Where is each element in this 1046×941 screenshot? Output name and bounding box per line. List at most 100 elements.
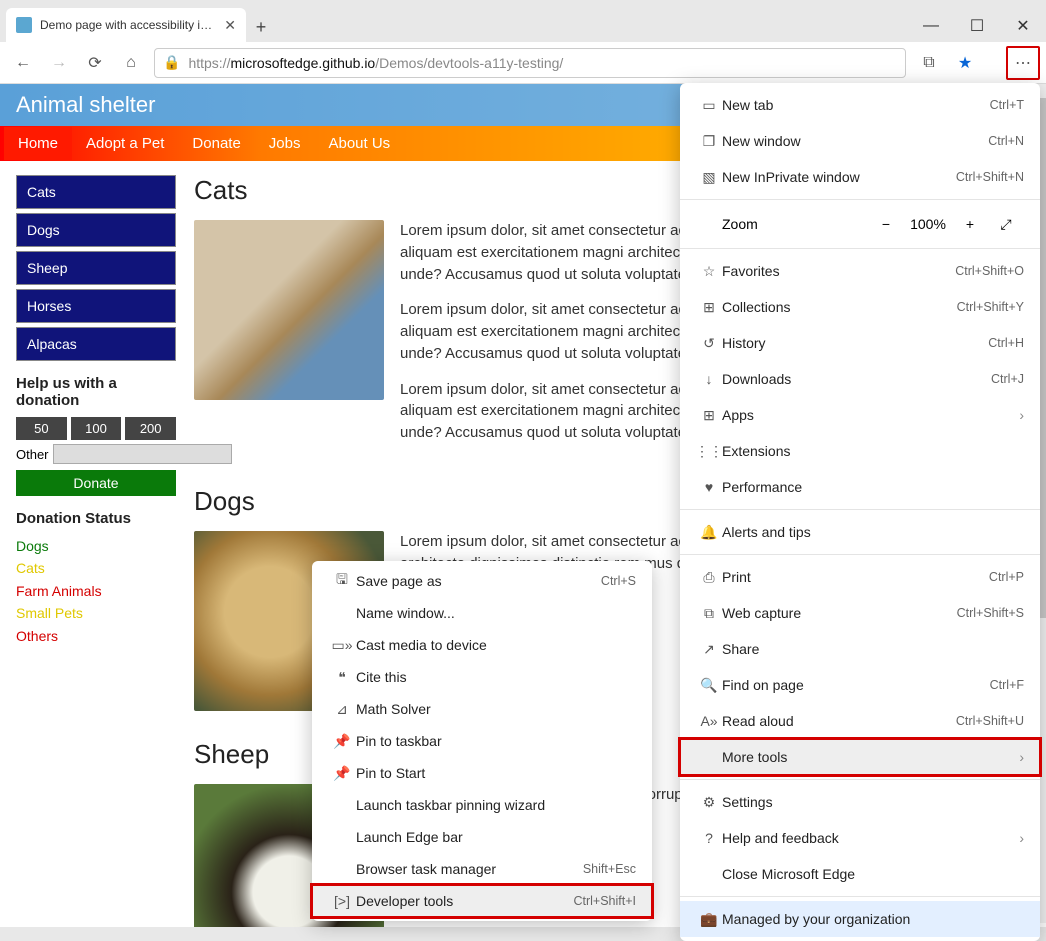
browser-tab[interactable]: Demo page with accessibility issu ✕	[6, 8, 246, 42]
submenu-developer-tools[interactable]: [>]Developer toolsCtrl+Shift+I	[312, 885, 652, 917]
nav-donate[interactable]: Donate	[178, 127, 254, 160]
settings-more-button[interactable]: ⋯	[1006, 46, 1040, 80]
sidenav-alpacas[interactable]: Alpacas	[16, 327, 176, 361]
favicon	[16, 17, 32, 33]
star-icon: ☆	[696, 263, 722, 280]
gear-icon: ⚙	[696, 794, 722, 811]
menu-help-and-feedback[interactable]: ?Help and feedback›	[680, 820, 1040, 856]
submenu-math-solver[interactable]: ⊿Math Solver	[312, 693, 652, 725]
nav-jobs[interactable]: Jobs	[255, 127, 315, 160]
forward-button[interactable]: →	[42, 46, 76, 80]
menu-read-aloud[interactable]: A»Read aloudCtrl+Shift+U	[680, 703, 1040, 739]
menu-collections[interactable]: ⊞CollectionsCtrl+Shift+Y	[680, 289, 1040, 325]
menu-extensions[interactable]: ⋮⋮Extensions	[680, 433, 1040, 469]
sidenav-dogs[interactable]: Dogs	[16, 213, 176, 247]
submenu-pin-to-start[interactable]: 📌Pin to Start	[312, 757, 652, 789]
url-prefix: https://	[188, 55, 230, 71]
menu-settings[interactable]: ⚙Settings	[680, 784, 1040, 820]
fullscreen-button[interactable]: ⤢	[988, 216, 1024, 233]
home-button[interactable]: ⌂	[114, 46, 148, 80]
menu-find-on-page[interactable]: 🔍Find on pageCtrl+F	[680, 667, 1040, 703]
status-farm-animals: Farm Animals	[16, 580, 176, 602]
menu-print[interactable]: ⎙PrintCtrl+P	[680, 559, 1040, 595]
menu-alerts-and-tips[interactable]: 🔔Alerts and tips	[680, 514, 1040, 550]
share-icon: ↗	[696, 641, 722, 658]
refresh-button[interactable]: ⟳	[78, 46, 112, 80]
bell-icon: 🔔	[696, 524, 722, 541]
perf-icon: ♥	[696, 479, 722, 495]
back-button[interactable]: ←	[6, 46, 40, 80]
menu-apps[interactable]: ⊞Apps›	[680, 397, 1040, 433]
zoom-out-button[interactable]: −	[868, 216, 904, 232]
nav-home[interactable]: Home	[4, 127, 72, 160]
nav-adopt-a-pet[interactable]: Adopt a Pet	[72, 127, 178, 160]
url-path: /Demos/devtools-a11y-testing/	[375, 55, 563, 71]
ext-icon: ⋮⋮	[696, 443, 722, 460]
zoom-value: 100%	[904, 216, 952, 232]
minimize-button[interactable]: —	[908, 10, 954, 42]
window-controls: — ☐ ✕	[908, 10, 1046, 42]
menu-close-microsoft-edge[interactable]: Close Microsoft Edge	[680, 856, 1040, 892]
settings-menu: ▭New tabCtrl+T❐New windowCtrl+N▧New InPr…	[680, 83, 1040, 941]
menu-favorites[interactable]: ☆FavoritesCtrl+Shift+O	[680, 253, 1040, 289]
submenu-save-page-as[interactable]: 🖫Save page asCtrl+S	[312, 565, 652, 597]
pin-icon: 📌	[328, 733, 356, 750]
address-bar[interactable]: 🔒 https://microsoftedge.github.io/Demos/…	[154, 48, 906, 78]
capture-icon: ⧉	[696, 605, 722, 622]
translate-icon[interactable]: ⧉	[912, 46, 946, 80]
find-icon: 🔍	[696, 677, 722, 694]
menu-new-window[interactable]: ❐New windowCtrl+N	[680, 123, 1040, 159]
menu-performance[interactable]: ♥Performance	[680, 469, 1040, 505]
tab-title: Demo page with accessibility issu	[40, 18, 216, 32]
amount-50[interactable]: 50	[16, 417, 67, 440]
close-tab-icon[interactable]: ✕	[224, 17, 236, 34]
menu-share[interactable]: ↗Share	[680, 631, 1040, 667]
amount-200[interactable]: 200	[125, 417, 176, 440]
read-icon: A»	[696, 713, 722, 729]
status-cats: Cats	[16, 557, 176, 579]
bag-icon: 💼	[696, 911, 722, 928]
zoom-in-button[interactable]: +	[952, 216, 988, 232]
sidenav-horses[interactable]: Horses	[16, 289, 176, 323]
print-icon: ⎙	[696, 569, 722, 586]
cast-icon: ▭»	[328, 637, 356, 654]
menu-more-tools[interactable]: More tools›	[680, 739, 1040, 775]
nav-about-us[interactable]: About Us	[314, 127, 404, 160]
submenu-pin-to-taskbar[interactable]: 📌Pin to taskbar	[312, 725, 652, 757]
toolbar: ← → ⟳ ⌂ 🔒 https://microsoftedge.github.i…	[0, 42, 1046, 84]
submenu-launch-edge-bar[interactable]: Launch Edge bar	[312, 821, 652, 853]
submenu-cast-media-to-device[interactable]: ▭»Cast media to device	[312, 629, 652, 661]
sidenav-sheep[interactable]: Sheep	[16, 251, 176, 285]
menu-downloads[interactable]: ↓DownloadsCtrl+J	[680, 361, 1040, 397]
maximize-button[interactable]: ☐	[954, 10, 1000, 42]
tab-icon: ▭	[696, 97, 722, 114]
submenu-cite-this[interactable]: ❝Cite this	[312, 661, 652, 693]
pin-icon: 📌	[328, 765, 356, 782]
menu-managed-by-your-organization[interactable]: 💼Managed by your organization	[680, 901, 1040, 937]
menu-new-tab[interactable]: ▭New tabCtrl+T	[680, 87, 1040, 123]
donate-button[interactable]: Donate	[16, 470, 176, 496]
lock-icon: 🔒	[163, 54, 180, 71]
help-icon: ?	[696, 830, 722, 846]
status-heading: Donation Status	[16, 510, 176, 527]
sidenav-cats[interactable]: Cats	[16, 175, 176, 209]
other-label: Other	[16, 447, 49, 462]
titlebar: Demo page with accessibility issu ✕ + — …	[0, 0, 1046, 42]
more-tools-submenu: 🖫Save page asCtrl+SName window...▭»Cast …	[312, 561, 652, 921]
private-icon: ▧	[696, 169, 722, 186]
submenu-name-window---[interactable]: Name window...	[312, 597, 652, 629]
window-icon: ❐	[696, 133, 722, 150]
menu-history[interactable]: ↺HistoryCtrl+H	[680, 325, 1040, 361]
new-tab-button[interactable]: +	[246, 12, 276, 42]
submenu-launch-taskbar-pinning-wizard[interactable]: Launch taskbar pinning wizard	[312, 789, 652, 821]
favorite-icon[interactable]: ★	[948, 46, 982, 80]
close-window-button[interactable]: ✕	[1000, 10, 1046, 42]
menu-new-inprivate-window[interactable]: ▧New InPrivate windowCtrl+Shift+N	[680, 159, 1040, 195]
dev-icon: [>]	[328, 893, 356, 909]
save-icon: 🖫	[328, 569, 356, 593]
menu-web-capture[interactable]: ⧉Web captureCtrl+Shift+S	[680, 595, 1040, 631]
submenu-browser-task-manager[interactable]: Browser task managerShift+Esc	[312, 853, 652, 885]
amount-100[interactable]: 100	[71, 417, 122, 440]
status-small-pets: Small Pets	[16, 602, 176, 624]
sidebar: CatsDogsSheepHorsesAlpacas Help us with …	[16, 175, 176, 927]
